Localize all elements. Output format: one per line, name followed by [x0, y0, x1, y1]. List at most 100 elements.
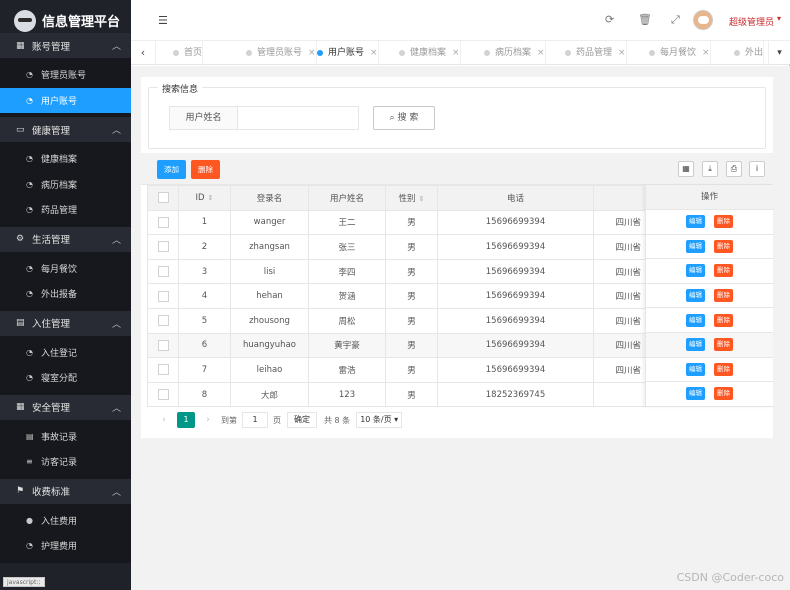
table-row[interactable]: 1 wanger 王二男 15696699394 四川省	[147, 209, 646, 236]
table-row[interactable]: 5 zhousong 周松男 15696699394 四川省	[147, 307, 646, 334]
sidebar-group[interactable]: ⚑ 收费标准 ︿	[0, 478, 131, 504]
delete-button[interactable]: 删除	[714, 239, 733, 253]
tab-menu-icon[interactable]: ▾	[768, 41, 790, 65]
menu-toggle-icon[interactable]: ☰	[158, 14, 168, 27]
row-checkbox[interactable]	[157, 364, 169, 376]
tab[interactable]: 药品管理 ×	[563, 41, 627, 65]
delete-button[interactable]: 删除	[714, 313, 733, 327]
tab[interactable]: 首页	[171, 41, 204, 65]
row-select-cell[interactable]	[147, 381, 179, 408]
tab[interactable]: 管理员账号 ×	[244, 41, 317, 65]
table-row[interactable]: 6 huangyuhao 黄宇豪男 15696699394 四川省	[147, 332, 646, 359]
sidebar-item[interactable]: ◔ 每月餐饮	[0, 255, 131, 281]
current-page[interactable]: 1	[177, 412, 195, 428]
row-select-cell[interactable]	[147, 209, 179, 236]
tab[interactable]: 病历档案 ×	[482, 41, 546, 65]
edit-button[interactable]: 编辑	[686, 362, 705, 376]
close-tab-icon[interactable]: ×	[452, 48, 460, 58]
col-header-gender[interactable]: 性别 ⇕	[385, 185, 438, 211]
row-checkbox[interactable]	[157, 339, 169, 351]
fullscreen-icon[interactable]: ⤢	[671, 13, 680, 27]
edit-button[interactable]: 编辑	[686, 289, 705, 303]
row-select-cell[interactable]	[147, 234, 179, 260]
delete-button[interactable]: 删除	[714, 215, 733, 229]
trash-icon[interactable]: 🗑	[638, 13, 652, 26]
refresh-icon[interactable]: ⟳	[605, 13, 614, 26]
edit-button[interactable]: 编辑	[686, 239, 705, 253]
sidebar-item[interactable]: ● 入住费用	[0, 507, 131, 533]
sidebar-group[interactable]: ▦ 安全管理 ︿	[0, 394, 131, 420]
row-checkbox[interactable]	[157, 216, 169, 228]
select-all-cell[interactable]	[147, 185, 179, 211]
sidebar-item[interactable]: ◔ 寝室分配	[0, 365, 131, 391]
tab[interactable]: 每月餐饮 ×	[647, 41, 711, 65]
sidebar-item[interactable]: ◔ 外出报备	[0, 281, 131, 307]
goto-page-input[interactable]: 1	[242, 412, 268, 428]
sort-icon[interactable]: ⇕	[419, 195, 425, 203]
row-checkbox[interactable]	[157, 315, 169, 327]
row-checkbox[interactable]	[157, 241, 169, 253]
goto-confirm-button[interactable]: 确定	[287, 412, 317, 428]
delete-button[interactable]: 删除	[714, 362, 733, 376]
edit-button[interactable]: 编辑	[686, 215, 705, 229]
delete-button[interactable]: 删除	[714, 338, 733, 352]
row-select-cell[interactable]	[147, 258, 179, 285]
sidebar-item[interactable]: ▤ 事故记录	[0, 423, 131, 449]
sidebar-item[interactable]: ◔ 入住登记	[0, 339, 131, 365]
sidebar-group[interactable]: ▭ 健康管理 ︿	[0, 117, 131, 142]
search-button[interactable]: ⌕ 搜 索	[373, 106, 435, 130]
columns-filter-icon[interactable]: ▦	[678, 161, 694, 177]
row-select-cell[interactable]	[147, 357, 179, 383]
tab-prev-icon[interactable]: ‹	[131, 41, 156, 65]
export-icon[interactable]: ⤓	[702, 161, 718, 177]
next-page-icon[interactable]: ›	[201, 415, 215, 425]
sidebar-item[interactable]: ◔ 用户账号	[0, 87, 131, 113]
table-row[interactable]: 8 大郎 123 男 18252369745	[147, 381, 646, 408]
batch-delete-button[interactable]: 删除	[191, 160, 220, 179]
close-tab-icon[interactable]: ×	[370, 48, 378, 58]
row-select-cell[interactable]	[147, 332, 179, 359]
sidebar-item[interactable]: ◔ 药品管理	[0, 197, 131, 223]
prev-page-icon[interactable]: ‹	[157, 415, 171, 425]
row-select-cell[interactable]	[147, 283, 179, 309]
tab[interactable]: 外出	[732, 41, 765, 65]
sidebar-item[interactable]: ◔ 健康档案	[0, 146, 131, 172]
page-size-select[interactable]: 10 条/页 ▾	[356, 412, 403, 428]
avatar[interactable]	[693, 10, 713, 30]
sidebar-group[interactable]: ⚙ 生活管理 ︿	[0, 226, 131, 252]
table-row[interactable]: 4 hehan 贺涵男 15696699394 四川省	[147, 283, 646, 309]
add-button[interactable]: 添加	[157, 160, 186, 179]
sidebar-item[interactable]: ◔ 护理费用	[0, 533, 131, 559]
delete-button[interactable]: 删除	[714, 387, 733, 401]
sidebar-item[interactable]: ≡ 访客记录	[0, 449, 131, 475]
close-tab-icon[interactable]: ×	[702, 48, 710, 58]
table-row[interactable]: 3 lisi 李四男 15696699394 四川省	[147, 258, 646, 285]
sidebar-group[interactable]: ▤ 入住管理 ︿	[0, 310, 131, 336]
username-search-input[interactable]	[237, 106, 359, 130]
tab[interactable]: 健康档案 ×	[397, 41, 461, 65]
row-checkbox[interactable]	[157, 290, 169, 302]
edit-button[interactable]: 编辑	[686, 338, 705, 352]
info-icon[interactable]: i	[749, 161, 765, 177]
table-row[interactable]: 7 leihao 雷浩男 15696699394 四川省	[147, 357, 646, 383]
edit-button[interactable]: 编辑	[686, 313, 705, 327]
print-icon[interactable]: ⎙	[726, 161, 742, 177]
sidebar-item[interactable]: ◔ 管理员账号	[0, 62, 131, 88]
close-tab-icon[interactable]: ×	[618, 48, 626, 58]
sidebar-item[interactable]: ◔ 病历档案	[0, 171, 131, 197]
select-all-checkbox[interactable]	[157, 192, 169, 204]
sidebar-group[interactable]: ▦ 账号管理 ︿	[0, 33, 131, 58]
table-row[interactable]: 2 zhangsan 张三男 15696699394 四川省	[147, 234, 646, 260]
row-select-cell[interactable]	[147, 307, 179, 334]
delete-button[interactable]: 删除	[714, 289, 733, 303]
delete-button[interactable]: 删除	[714, 264, 733, 278]
edit-button[interactable]: 编辑	[686, 264, 705, 278]
row-checkbox[interactable]	[157, 389, 169, 401]
user-menu[interactable]: 超级管理员	[729, 15, 774, 28]
edit-button[interactable]: 编辑	[686, 387, 705, 401]
tab[interactable]: 用户账号 ×	[315, 41, 379, 65]
close-tab-icon[interactable]: ×	[537, 48, 545, 58]
sort-icon[interactable]: ⇕	[208, 194, 214, 202]
row-checkbox[interactable]	[157, 266, 169, 278]
col-header-id[interactable]: ID ⇕	[178, 185, 231, 211]
